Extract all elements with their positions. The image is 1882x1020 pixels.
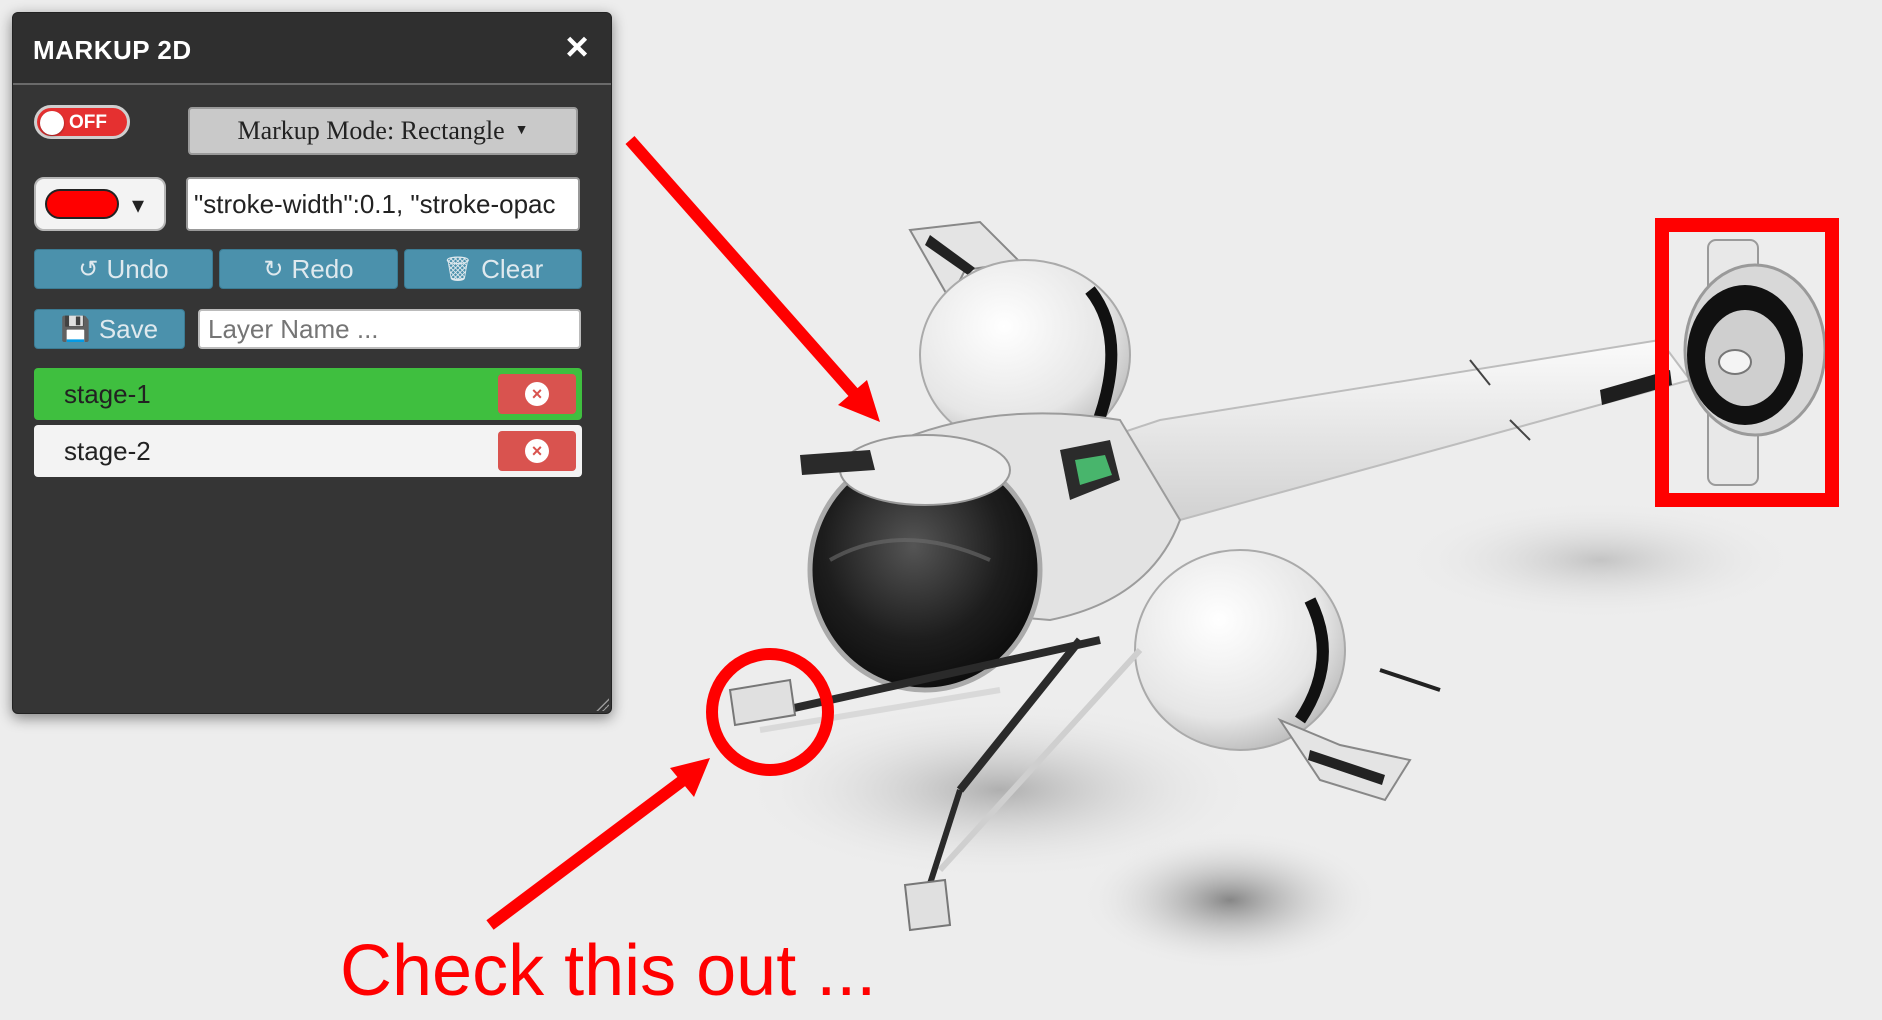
markup-panel: MARKUP 2D × OFF Markup Mode: Rectangle ▼… [12, 12, 612, 714]
dropdown-arrow-icon: ▾ [132, 192, 145, 219]
delete-layer-button[interactable]: × [498, 374, 576, 414]
panel-header: MARKUP 2D × [13, 13, 611, 85]
markup-text-annotation: Check this out ... [340, 931, 877, 1011]
ground-shadow [1400, 500, 1800, 620]
markup-toggle[interactable]: OFF [34, 105, 130, 139]
landing-foot [903, 878, 952, 932]
markup-mode-label: Markup Mode: Rectangle [237, 116, 505, 145]
lower-fin [1277, 717, 1412, 802]
markup-mode-dropdown[interactable]: Markup Mode: Rectangle ▼ [188, 107, 578, 155]
toggle-label: OFF [69, 112, 107, 133]
redo-label: Redo [291, 253, 354, 284]
trash-icon: 🗑 [442, 255, 474, 283]
remove-circle-icon: × [525, 439, 549, 463]
caret-down-icon: ▼ [514, 123, 529, 138]
markup-arrow-bottom [486, 770, 694, 930]
remove-circle-icon: × [525, 382, 549, 406]
stroke-color-picker[interactable]: ▾ [34, 177, 166, 231]
style-input[interactable] [186, 177, 580, 231]
layer-name: stage-2 [64, 436, 151, 466]
save-icon: 💾 [60, 315, 91, 343]
layer-item-stage-2[interactable]: stage-2 × [34, 425, 582, 477]
delete-layer-button[interactable]: × [498, 431, 576, 471]
markup-arrow-top [625, 136, 865, 404]
toggle-knob [40, 111, 64, 135]
undo-label: Undo [106, 253, 169, 284]
undo-icon: ↺ [78, 255, 99, 283]
redo-button[interactable]: ↻ Redo [219, 249, 398, 289]
close-icon[interactable]: × [559, 27, 595, 67]
redo-icon: ↻ [263, 255, 284, 283]
resize-grip[interactable] [595, 697, 609, 711]
layer-item-stage-1[interactable]: stage-1 × [34, 368, 582, 420]
save-button[interactable]: 💾 Save [34, 309, 185, 349]
layer-name-input[interactable] [198, 309, 581, 349]
engine-pod-lower [1134, 549, 1346, 751]
color-swatch [45, 189, 119, 219]
clear-button[interactable]: 🗑 Clear [404, 249, 582, 289]
layer-name: stage-1 [64, 379, 151, 409]
undo-button[interactable]: ↺ Undo [34, 249, 213, 289]
save-label: Save [98, 313, 159, 344]
panel-title: MARKUP 2D [33, 35, 192, 65]
clear-label: Clear [481, 253, 544, 284]
